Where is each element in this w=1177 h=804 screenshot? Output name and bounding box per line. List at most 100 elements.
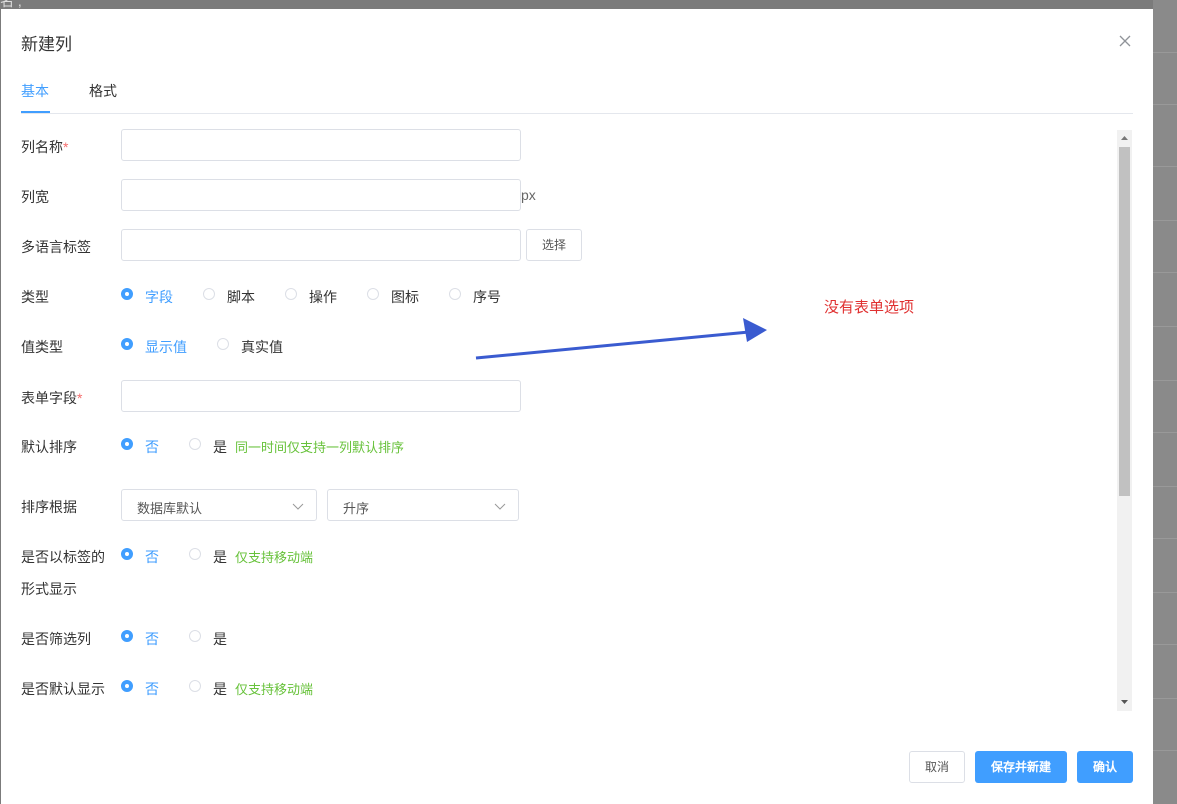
backdrop-top: 名 ,: [0, 0, 1153, 9]
radio-label: 是: [213, 681, 227, 697]
radio-dot: [121, 338, 133, 350]
backdrop-divider: [1153, 486, 1177, 487]
scroll-up-icon[interactable]: [1117, 132, 1132, 144]
tag-display-label: 是否以标签的: [21, 549, 105, 565]
radio-dot: [121, 438, 133, 450]
new-column-dialog: 新建列 基本 格式 列名称* 列宽 px 多语言标签 选择 类型 字段 脚本 操…: [1, 9, 1153, 804]
radio-label: 否: [145, 439, 159, 455]
scroll-thumb[interactable]: [1119, 147, 1130, 496]
form-row-default-sort: 默认排序 否 是 同一时间仅支持一列默认排序: [21, 429, 621, 461]
chevron-down-icon: [292, 503, 304, 510]
form-row-type: 类型 字段 脚本 操作 图标 序号: [21, 279, 621, 311]
value-type-label: 值类型: [21, 339, 63, 355]
form-field-input[interactable]: [121, 380, 521, 412]
radio-dot: [189, 548, 201, 560]
default-show-label: 是否默认显示: [21, 681, 105, 697]
form-row-column-width: 列宽 px: [21, 179, 621, 211]
i18n-select-button[interactable]: 选择: [526, 229, 582, 261]
backdrop-divider: [1153, 272, 1177, 273]
form-row-sort-basis: 排序根据 数据库默认 升序: [21, 489, 621, 521]
required-mark: *: [77, 390, 83, 406]
backdrop-divider: [1153, 538, 1177, 539]
form-row-column-name: 列名称*: [21, 129, 621, 161]
column-width-label: 列宽: [21, 189, 49, 205]
backdrop-divider: [1153, 698, 1177, 699]
radio-dot: [285, 288, 297, 300]
backdrop-divider: [1153, 220, 1177, 221]
required-mark: *: [63, 139, 69, 155]
default-show-hint: 仅支持移动端: [235, 682, 314, 697]
column-width-input[interactable]: [121, 179, 521, 211]
radio-label: 操作: [309, 289, 337, 305]
radio-label: 是: [213, 631, 227, 647]
close-icon[interactable]: [1115, 31, 1135, 51]
backdrop-divider: [1153, 644, 1177, 645]
column-width-unit: px: [521, 187, 536, 203]
annotation-arrow: [475, 318, 767, 360]
tab-format[interactable]: 格式: [89, 81, 117, 101]
cancel-button[interactable]: 取消: [909, 751, 965, 783]
form-row-filter-column: 是否筛选列 否 是: [21, 621, 621, 653]
tag-display-label-line2: 形式显示: [21, 581, 77, 597]
i18n-label-label: 多语言标签: [21, 239, 91, 255]
backdrop-divider: [1153, 52, 1177, 53]
default-sort-hint: 同一时间仅支持一列默认排序: [235, 440, 405, 455]
radio-dot: [203, 288, 215, 300]
sort-order-select[interactable]: 升序: [327, 489, 519, 521]
radio-label: 否: [145, 631, 159, 647]
backdrop-divider: [1153, 104, 1177, 105]
save-and-new-button[interactable]: 保存并新建: [975, 751, 1067, 783]
type-label: 类型: [21, 289, 49, 305]
i18n-label-input[interactable]: [121, 229, 521, 261]
sort-basis-select[interactable]: 数据库默认: [121, 489, 317, 521]
radio-label: 否: [145, 549, 159, 565]
scroll-down-icon[interactable]: [1117, 696, 1132, 708]
dialog-title: 新建列: [21, 35, 72, 54]
radio-label: 真实值: [241, 339, 283, 355]
column-name-label: 列名称*: [21, 139, 69, 155]
tab-basic[interactable]: 基本: [21, 81, 49, 101]
radio-label: 显示值: [145, 339, 187, 355]
radio-label: 序号: [473, 289, 501, 305]
sort-order-value: 升序: [343, 501, 370, 516]
radio-label: 是: [213, 439, 227, 455]
radio-dot: [449, 288, 461, 300]
annotation-text: 没有表单选项: [824, 299, 915, 316]
sort-basis-value: 数据库默认: [137, 501, 203, 516]
radio-dot: [367, 288, 379, 300]
form-row-form-field: 表单字段*: [21, 380, 621, 412]
tab-active-indicator: [21, 111, 50, 113]
radio-dot: [189, 680, 201, 692]
form-field-label: 表单字段*: [21, 390, 83, 406]
radio-label: 图标: [391, 289, 419, 305]
form-scroll-area: 列名称* 列宽 px 多语言标签 选择 类型 字段 脚本 操作 图标 序号 值类…: [1, 121, 1117, 711]
form-scrollbar[interactable]: [1117, 130, 1132, 711]
radio-dot: [189, 630, 201, 642]
default-sort-label: 默认排序: [21, 439, 77, 455]
backdrop-divider: [1153, 326, 1177, 327]
backdrop-divider: [1153, 750, 1177, 751]
chevron-down-icon: [494, 503, 506, 510]
backdrop-divider: [1153, 592, 1177, 593]
radio-dot: [189, 438, 201, 450]
column-name-input[interactable]: [121, 129, 521, 161]
radio-label: 否: [145, 681, 159, 697]
radio-label: 字段: [145, 289, 173, 305]
radio-dot: [217, 338, 229, 350]
radio-label: 脚本: [227, 289, 255, 305]
backdrop-divider: [1153, 380, 1177, 381]
filter-column-label: 是否筛选列: [21, 631, 91, 647]
tag-display-hint: 仅支持移动端: [235, 550, 314, 565]
form-row-i18n-label: 多语言标签 选择: [21, 229, 621, 261]
sort-basis-label: 排序根据: [21, 499, 77, 515]
form-row-default-show: 是否默认显示 该列 否 是 仅支持移动端: [21, 671, 621, 711]
tab-bar: 基本 格式: [21, 69, 1133, 114]
backdrop-right-strip: [1153, 0, 1177, 804]
confirm-button[interactable]: 确认: [1077, 751, 1133, 783]
radio-dot: [121, 288, 133, 300]
radio-dot: [121, 630, 133, 642]
backdrop-divider: [1153, 166, 1177, 167]
radio-dot: [121, 548, 133, 560]
radio-dot: [121, 680, 133, 692]
radio-label: 是: [213, 549, 227, 565]
